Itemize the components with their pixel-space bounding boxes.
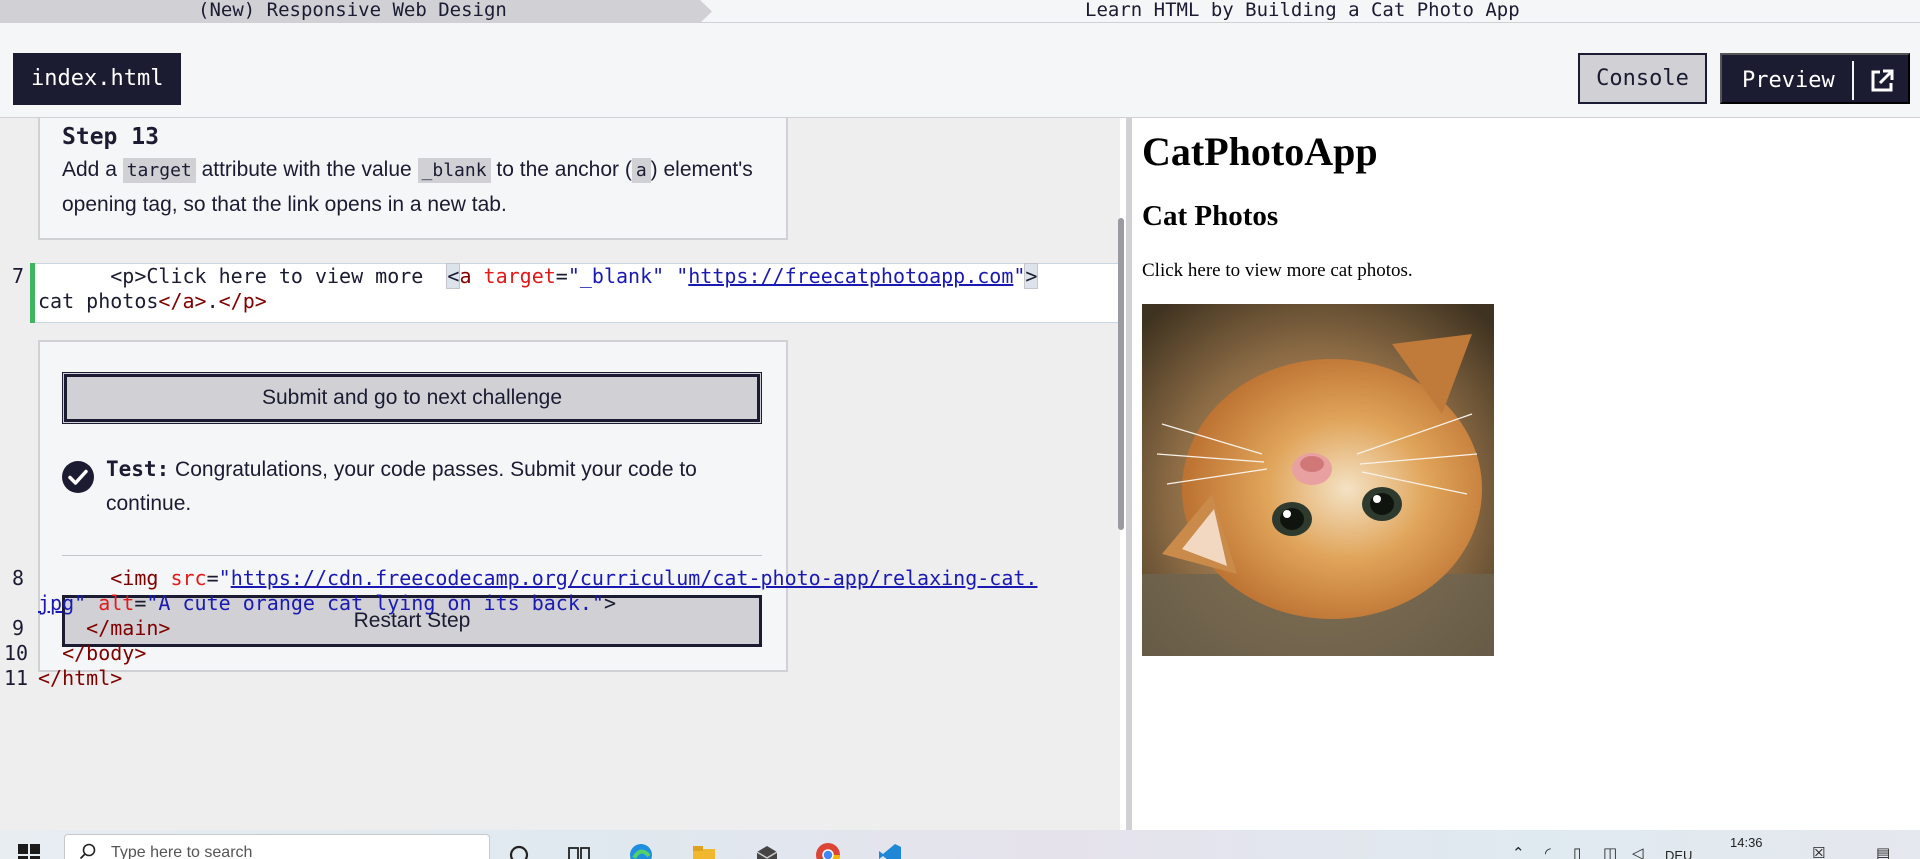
breadcrumb-block-link[interactable]: Learn HTML by Building a Cat Photo App (1085, 0, 1520, 21)
check-circle-icon (62, 461, 94, 493)
token-bracket: > (603, 591, 616, 615)
test-message: Test: Congratulations, your code passes.… (106, 452, 746, 521)
token-url[interactable]: https://cdn.freecodecamp.org/curriculum/… (231, 566, 1038, 590)
input-language[interactable]: DEU (1665, 848, 1692, 859)
desc-text: attribute with the value (195, 158, 418, 181)
divider (62, 555, 762, 556)
search-placeholder: Type here to search (111, 844, 253, 859)
search-icon (79, 843, 96, 859)
edge-browser-icon[interactable] (628, 842, 654, 859)
token-text: Click here to view more (146, 264, 448, 288)
token-tag: <p> (110, 264, 147, 288)
token-text: . (206, 289, 219, 313)
battery-icon[interactable]: ▯ (1573, 844, 1581, 859)
token-eq: = (206, 566, 219, 590)
token-string: "A cute orange cat lying on its back." (146, 591, 604, 615)
vscode-icon[interactable] (877, 842, 903, 859)
editor-scrollbar-thumb[interactable] (1118, 218, 1124, 530)
wifi-icon[interactable]: ◜ (1545, 844, 1551, 859)
inline-code-target: target (122, 158, 196, 183)
token-quote: " (1013, 264, 1026, 288)
token-attribute: src (158, 566, 207, 590)
console-button[interactable]: Console (1578, 53, 1707, 104)
token-string: "_blank" (567, 264, 665, 288)
edit-region-marker (30, 263, 35, 323)
step-description-panel: Step 13 Add a target attribute with the … (38, 118, 788, 240)
chevron-up-icon[interactable]: ⌃ (1512, 844, 1525, 859)
submit-next-challenge-button[interactable]: Submit and go to next challenge (62, 372, 762, 424)
preview-heading-main: CatPhotoApp (1142, 129, 1378, 174)
token-eq: = (134, 591, 147, 615)
token-quote: " (218, 566, 231, 590)
chrome-browser-icon[interactable] (815, 842, 841, 859)
file-tab-index-html[interactable]: index.html (13, 53, 182, 105)
windows-taskbar: Type here to search ⌃ ◜ ▯ ◫ ◁ DEU 14:36 … (0, 830, 1920, 859)
line-number: 9 (12, 616, 25, 640)
taskbar-search-input[interactable]: Type here to search (64, 834, 490, 859)
preview-button-separator (1852, 61, 1854, 100)
token-bracket: > (1024, 263, 1039, 289)
inline-code-a: a (631, 158, 651, 183)
token-url[interactable]: https://freecatphotoapp.com (688, 264, 1013, 288)
action-center-icon[interactable]: ▤ (1876, 844, 1890, 859)
code-line-8-wrap[interactable]: jpg" alt="A cute orange cat lying on its… (38, 591, 616, 615)
token-bracket: < (446, 263, 461, 289)
breadcrumb: (New) Responsive Web Design Learn HTML b… (0, 0, 1920, 23)
token-tag: </a> (158, 289, 207, 313)
token-attribute: alt (86, 591, 135, 615)
code-line-11[interactable]: </html> (38, 666, 122, 690)
token-quote: " (74, 591, 87, 615)
desc-text: to the anchor ( (490, 158, 632, 181)
breadcrumb-superblock-link[interactable]: (New) Responsive Web Design (0, 0, 712, 23)
token-url[interactable]: jpg (38, 591, 74, 615)
preview-pane: CatPhotoApp Cat Photos Click here to vie… (1132, 118, 1920, 830)
breadcrumb-superblock-label: (New) Responsive Web Design (198, 0, 507, 21)
token-tag-name: a (459, 264, 472, 288)
token-text: cat photos (38, 289, 159, 313)
token-attribute: target (471, 264, 556, 288)
preview-button[interactable]: Preview (1720, 53, 1910, 104)
token-tag: <img (110, 566, 159, 590)
cat-photo-image (1142, 304, 1494, 656)
preview-paragraph: Click here to view more cat photos. (1142, 260, 1413, 281)
code-editor[interactable]: Step 13 Add a target attribute with the … (0, 118, 1120, 830)
code-line-10[interactable]: </body> (38, 641, 146, 665)
inline-code-blank: _blank (417, 158, 491, 183)
line-number: 8 (12, 566, 25, 590)
editor-toolbar: index.html Console Preview (0, 23, 1920, 118)
token-tag: </p> (218, 289, 267, 313)
windows-start-icon[interactable] (18, 844, 40, 859)
code-line-7-wrap[interactable]: cat photos</a>.</p> (38, 289, 267, 313)
preview-heading-cat-photos: Cat Photos (1142, 200, 1279, 232)
token-quote: " (676, 264, 689, 288)
volume-icon[interactable]: ◁ (1632, 844, 1644, 859)
cortana-icon[interactable] (506, 842, 532, 859)
line-number: 11 (4, 666, 29, 690)
test-message-text: Congratulations, your code passes. Submi… (106, 458, 697, 515)
network-icon[interactable]: ◫ (1603, 844, 1617, 859)
external-link-icon[interactable] (1868, 67, 1896, 95)
token-eq: = (555, 264, 568, 288)
line-number: 7 (12, 264, 25, 288)
preview-button-label: Preview (1742, 68, 1835, 93)
code-line-8[interactable]: <img src="https://cdn.freecodecamp.org/c… (38, 566, 1037, 590)
test-label: Test: (106, 457, 170, 481)
step-title: Step 13 (62, 124, 159, 150)
task-view-icon[interactable] (566, 842, 592, 859)
mail-app-icon[interactable] (754, 842, 780, 859)
file-explorer-icon[interactable] (691, 842, 717, 859)
code-line-9[interactable]: </main> (38, 616, 170, 640)
desc-text: Add a (62, 158, 123, 181)
clock-time[interactable]: 14:36 (1730, 835, 1763, 850)
notifications-icon[interactable]: ☒ (1812, 844, 1825, 859)
line-number: 10 (4, 641, 29, 665)
code-line-7[interactable]: <p>Click here to view more <a target="_b… (38, 263, 1039, 289)
step-description: Add a target attribute with the value _b… (62, 153, 762, 222)
